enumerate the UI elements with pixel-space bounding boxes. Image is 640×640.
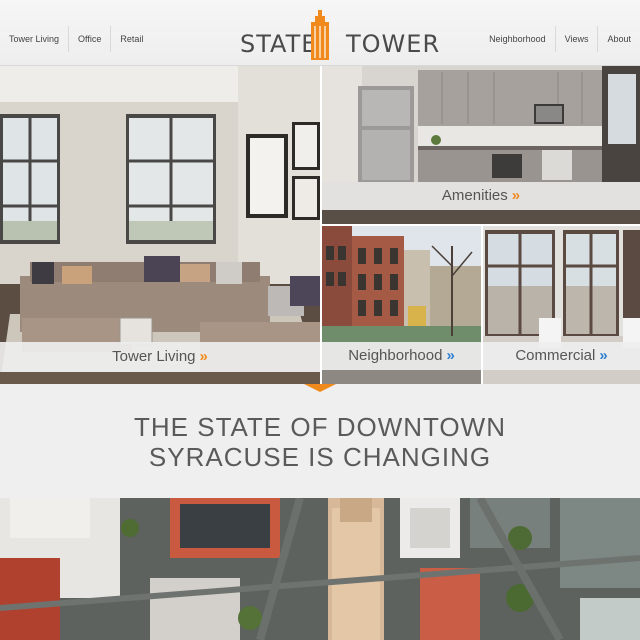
aerial-scene [0, 498, 640, 640]
chevron-right-icon: » [199, 348, 208, 365]
nav-office[interactable]: Office [69, 26, 112, 52]
tile-caption-neighborhood[interactable]: Neighborhood» [322, 342, 481, 370]
tile-caption-amenities[interactable]: Amenities» [322, 182, 640, 210]
tile-neighborhood[interactable]: Neighborhood» [322, 226, 481, 384]
living-room-photo [0, 66, 320, 384]
chevron-right-icon: » [599, 347, 608, 364]
tagline-line-2: SYRACUSE IS CHANGING [148, 442, 492, 472]
tile-label-amenities: Amenities [441, 187, 508, 204]
down-arrow-icon [304, 384, 336, 392]
nav-tower-living[interactable]: Tower Living [0, 26, 70, 52]
nav-neighborhood[interactable]: Neighborhood [480, 26, 555, 52]
site-header: Tower Living Office Retail STATE TOWER N… [0, 0, 640, 66]
chevron-right-icon: » [446, 347, 455, 364]
tile-amenities[interactable]: Amenities» [322, 66, 640, 224]
nav-about[interactable]: About [597, 26, 640, 52]
tagline-section: THE STATE OF DOWNTOWN SYRACUSE IS CHANGI… [0, 384, 640, 498]
site-logo[interactable]: STATE TOWER [238, 8, 439, 62]
tile-caption-tower-living[interactable]: Tower Living» [0, 342, 320, 372]
tile-label-commercial: Commercial [515, 347, 596, 364]
tile-label-tower-living: Tower Living [112, 348, 196, 365]
nav-right: Neighborhood Views About [480, 26, 640, 52]
nav-left: Tower Living Office Retail [0, 26, 152, 52]
tile-caption-commercial[interactable]: Commercial» [483, 342, 640, 370]
tagline-line-1: THE STATE OF DOWNTOWN [134, 412, 506, 442]
logo-word-tower: TOWER [346, 30, 441, 58]
tower-logo-icon [311, 10, 329, 60]
tile-tower-living[interactable]: Tower Living» [0, 66, 320, 384]
chevron-right-icon: » [511, 187, 521, 204]
tile-commercial[interactable]: Commercial» [483, 226, 640, 384]
tile-label-neighborhood: Neighborhood [348, 347, 443, 364]
aerial-city-photo [0, 498, 640, 640]
nav-retail[interactable]: Retail [111, 26, 152, 52]
nav-views[interactable]: Views [554, 26, 598, 52]
